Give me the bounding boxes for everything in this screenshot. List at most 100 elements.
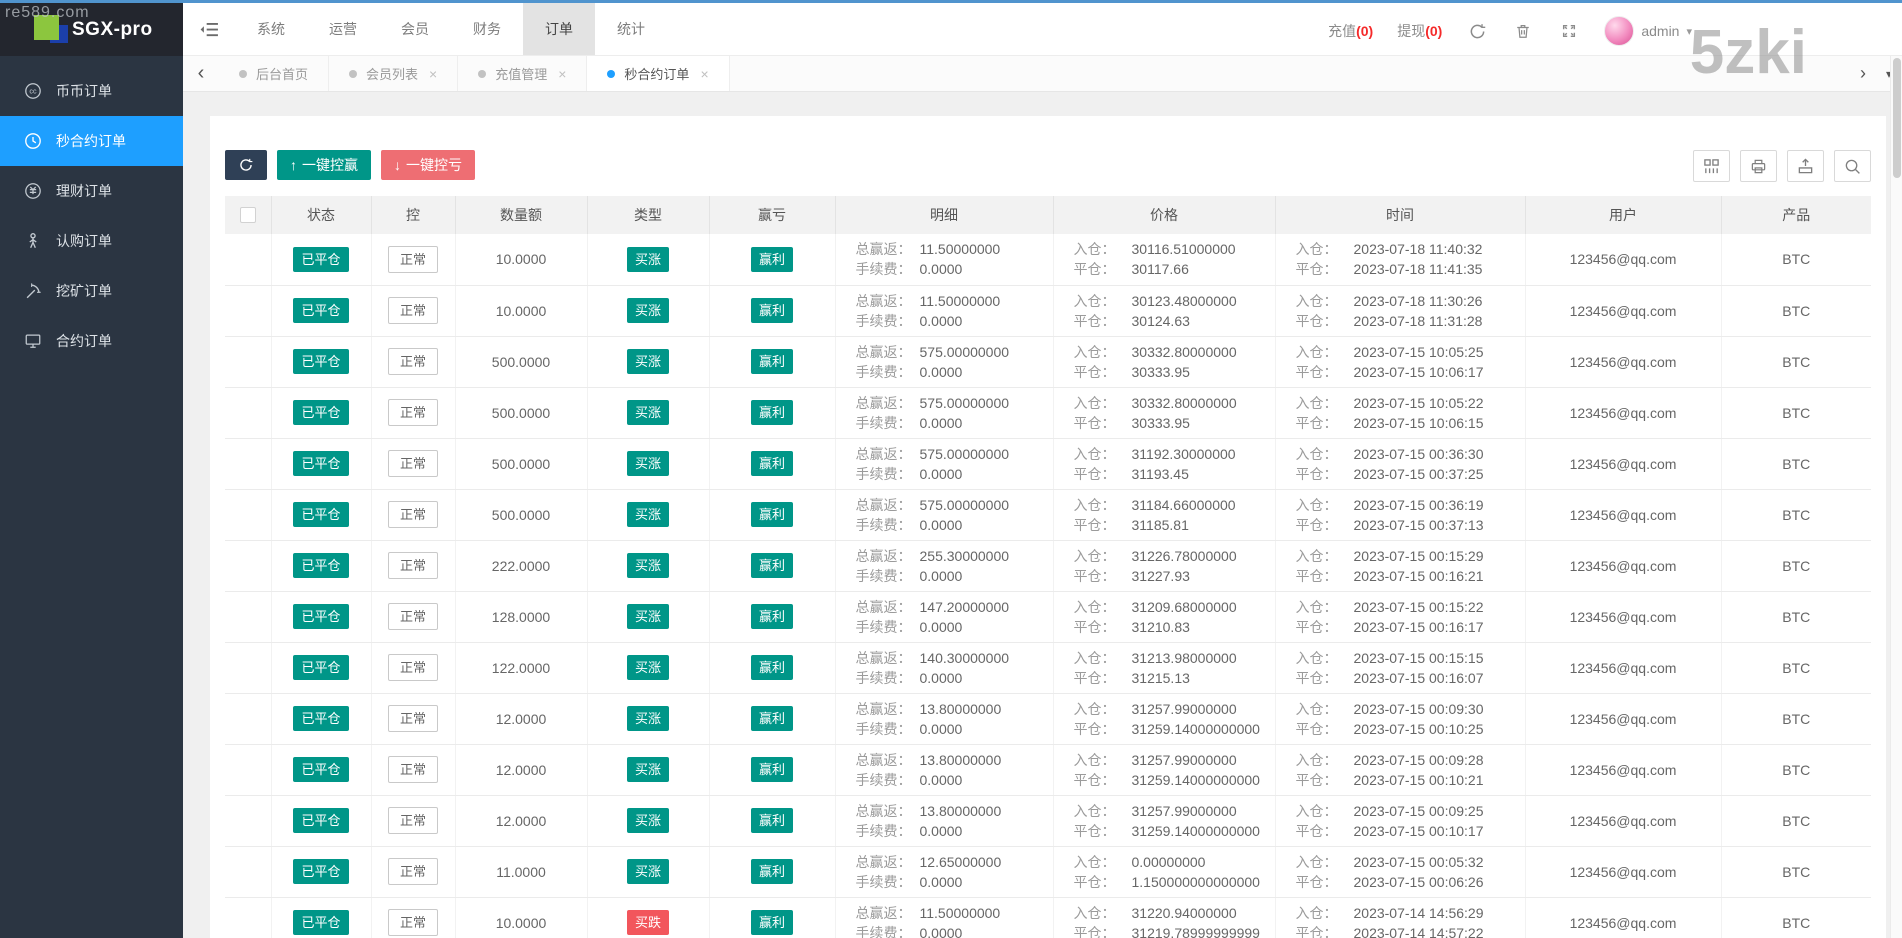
control-button[interactable]: 正常	[387, 245, 438, 273]
scrollbar-thumb[interactable]	[1893, 58, 1901, 178]
top-menu-item-2[interactable]: 运营	[307, 3, 379, 55]
pair-value: 255.30000000	[919, 547, 1010, 564]
control-button[interactable]: 正常	[387, 654, 438, 681]
trash-icon[interactable]	[1512, 23, 1534, 39]
control-button[interactable]: 正常	[387, 756, 438, 783]
control-button[interactable]: 正常	[387, 501, 438, 528]
control-button[interactable]: 正常	[387, 348, 438, 375]
top-menu-item-4[interactable]: 财务	[451, 3, 523, 55]
control-button[interactable]: 正常	[387, 909, 438, 936]
top-menu-item-1[interactable]: 系统	[235, 3, 307, 55]
pair-value: 2023-07-15 00:36:30	[1353, 445, 1484, 462]
search-icon[interactable]	[1834, 150, 1871, 182]
sidebar-item-2[interactable]: 秒合约订单	[0, 116, 183, 166]
status-cell: 已平仓	[271, 591, 372, 643]
pair-value: 31215.13	[1131, 669, 1190, 686]
tab-close-icon[interactable]: ×	[700, 66, 708, 82]
columns-grid-icon[interactable]	[1693, 150, 1730, 182]
pair-label: 平仓：	[1295, 771, 1338, 788]
top-menu-item-6[interactable]: 统计	[595, 3, 667, 55]
refresh-icon[interactable]	[1466, 23, 1488, 40]
print-icon[interactable]	[1740, 150, 1777, 182]
label-value-pair: 入仓： 31184.66000000	[1074, 495, 1275, 515]
control-button[interactable]: 正常	[387, 603, 438, 630]
time-cell: 入仓： 2023-07-15 00:36:30 平仓： 2023-07-15 00:3…	[1275, 438, 1526, 490]
control-button[interactable]: 正常	[387, 705, 438, 732]
pair-value: 147.20000000	[919, 598, 1010, 615]
table-row: 已平仓 正常 500.0000 买涨 赢利 总赢返： 575.00000000 手续费： 0.0…	[225, 489, 1871, 541]
tab-3[interactable]: 充值管理 ×	[458, 56, 588, 91]
pair-label: 总赢返：	[855, 598, 912, 615]
pair-label: 平仓：	[1073, 720, 1116, 737]
select-all-checkbox[interactable]	[239, 207, 256, 223]
force-loss-button[interactable]: ↓ 一键控亏	[381, 150, 475, 180]
type-cell: 买涨	[587, 285, 710, 337]
tab-2[interactable]: 会员列表 ×	[329, 56, 459, 91]
force-win-button[interactable]: ↑ 一键控赢	[277, 150, 371, 180]
user-cell: 123456@qq.com	[1525, 795, 1722, 847]
pair-label: 入仓：	[1073, 751, 1116, 768]
pair-label: 平仓：	[1073, 924, 1116, 938]
user-cell: 123456@qq.com	[1525, 846, 1722, 898]
control-cell: 正常	[371, 285, 456, 337]
control-button[interactable]: 正常	[387, 297, 438, 324]
amount-cell: 12.0000	[455, 693, 588, 745]
type-badge: 买涨	[626, 655, 669, 680]
tabs-scroll-left[interactable]: ‹	[183, 56, 219, 91]
type-badge: 买涨	[626, 349, 669, 374]
label-value-pair: 总赢返： 255.30000000	[856, 546, 1053, 566]
control-button[interactable]: 正常	[387, 858, 438, 885]
sidebar-item-3[interactable]: 理财订单	[0, 166, 183, 216]
control-cell: 正常	[371, 693, 456, 745]
label-value-pair: 手续费： 0.0000	[856, 821, 1053, 841]
type-cell: 买涨	[587, 693, 710, 745]
pair-label: 平仓：	[1073, 669, 1116, 686]
pair-value: 31219.78999999999	[1131, 924, 1260, 938]
sidebar-item-4[interactable]: 认购订单	[0, 216, 183, 266]
status-cell: 已平仓	[271, 744, 372, 796]
control-button[interactable]: 正常	[387, 450, 438, 477]
status-badge: 已平仓	[293, 604, 349, 629]
label-value-pair: 入仓： 31192.30000000	[1074, 444, 1275, 464]
header-actions: 充值(0) 提现(0) admin ▾	[1328, 6, 1692, 56]
label-value-pair: 入仓： 31220.94000000	[1074, 903, 1275, 923]
column-header-1: 状态	[271, 196, 372, 234]
top-menu-item-5[interactable]: 订单	[523, 3, 595, 55]
control-cell: 正常	[371, 387, 456, 439]
label-value-pair: 入仓： 2023-07-15 00:05:32	[1296, 852, 1525, 872]
tab-close-icon[interactable]: ×	[429, 66, 437, 82]
product-cell: BTC	[1721, 387, 1871, 439]
pair-label: 平仓：	[1073, 822, 1116, 839]
pair-value: 0.0000	[919, 567, 963, 584]
sidebar-item-1[interactable]: cc 币币订单	[0, 66, 183, 116]
control-button[interactable]: 正常	[387, 399, 438, 426]
export-icon[interactable]	[1787, 150, 1824, 182]
sidebar-item-6[interactable]: 合约订单	[0, 316, 183, 366]
fullscreen-icon[interactable]	[1558, 23, 1580, 39]
label-value-pair: 平仓： 1.150000000000000	[1074, 872, 1275, 892]
arrow-up-icon: ↑	[290, 157, 297, 173]
tab-4[interactable]: 秒合约订单 ×	[587, 56, 730, 91]
label-value-pair: 平仓： 31259.14000000000	[1074, 770, 1275, 790]
tab-1[interactable]: 后台首页	[219, 56, 330, 91]
recharge-link[interactable]: 充值(0)	[1328, 21, 1373, 41]
control-button[interactable]: 正常	[387, 807, 438, 834]
collapse-menu-icon[interactable]	[183, 3, 235, 55]
label-value-pair: 平仓： 31259.14000000000	[1074, 719, 1275, 739]
price-cell: 入仓： 31192.30000000 平仓： 31193.45	[1053, 438, 1276, 490]
top-menu-item-3[interactable]: 会员	[379, 3, 451, 55]
withdraw-link[interactable]: 提现(0)	[1397, 21, 1442, 41]
control-button[interactable]: 正常	[387, 552, 438, 579]
tabs-scroll-right[interactable]: ›	[1860, 63, 1866, 84]
pair-label: 手续费：	[855, 312, 912, 329]
pair-value: 0.0000	[919, 414, 963, 431]
tab-close-icon[interactable]: ×	[558, 66, 566, 82]
status-badge: 已平仓	[293, 706, 349, 731]
pair-value: 575.00000000	[919, 343, 1010, 360]
user-menu[interactable]: admin ▾	[1604, 16, 1692, 46]
label-value-pair: 平仓： 30333.95	[1074, 413, 1275, 433]
sidebar-item-5[interactable]: 挖矿订单	[0, 266, 183, 316]
pair-value: 2023-07-15 00:06:26	[1353, 873, 1484, 890]
pair-value: 0.0000	[919, 822, 963, 839]
refresh-table-button[interactable]	[225, 150, 267, 180]
